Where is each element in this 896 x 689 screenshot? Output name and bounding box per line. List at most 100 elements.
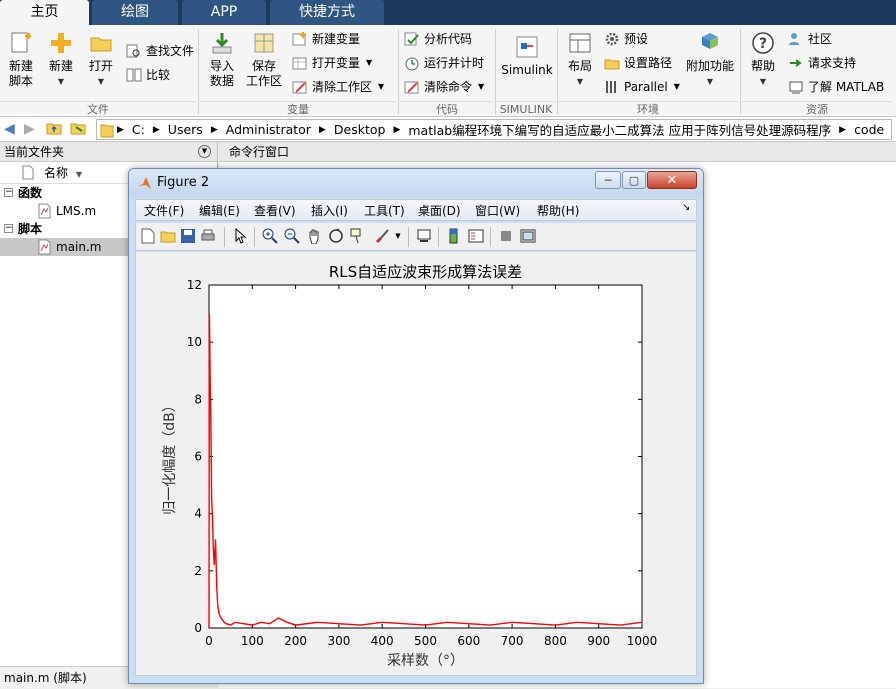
clear-commands-button[interactable]: 清除命令 ▼ <box>404 77 484 97</box>
link-plot-icon[interactable] <box>416 228 432 244</box>
dropdown-arrow-icon[interactable]: ▼ <box>478 77 484 97</box>
panel-actions-icon[interactable]: ▼ <box>198 145 211 158</box>
menu-desktop[interactable]: 桌面(D) <box>418 202 461 219</box>
run-and-time-button[interactable]: 运行并计时 <box>404 53 484 73</box>
section-label-file: 文件 <box>0 101 196 117</box>
new-variable-icon <box>292 31 308 47</box>
collapse-icon[interactable]: − <box>4 188 13 197</box>
tab-apps[interactable]: APP <box>182 0 266 25</box>
data-cursor-icon[interactable] <box>350 228 366 244</box>
x-tick-label: 500 <box>414 634 437 648</box>
menu-file[interactable]: 文件(F) <box>144 202 184 219</box>
menu-view[interactable]: 查看(V) <box>254 202 296 219</box>
new-figure-icon[interactable] <box>140 228 156 244</box>
import-icon <box>210 31 234 55</box>
path-segment[interactable]: matlab编程环境下编写的自适应最小二成算法 应用于阵列信号处理源码程序 <box>408 120 831 139</box>
path-segment[interactable]: Users <box>168 122 203 137</box>
brush-icon[interactable] <box>374 228 390 244</box>
path-segment[interactable]: Administrator <box>226 122 311 137</box>
current-folder-path[interactable]: ▶ C: ▶ Users ▶ Administrator ▶ Desktop ▶… <box>96 119 892 140</box>
dropdown-arrow-icon[interactable]: ▼ <box>378 77 384 97</box>
clear-workspace-button[interactable]: 清除工作区 ▼ <box>292 77 384 97</box>
x-tick-label: 800 <box>544 634 567 648</box>
path-segment[interactable]: Desktop <box>334 122 386 137</box>
legend-icon[interactable] <box>468 228 484 244</box>
learn-matlab-button[interactable]: 了解 MATLAB <box>788 77 884 97</box>
toolbar-separator <box>438 227 439 247</box>
toolbar-separator <box>408 227 409 247</box>
path-segment[interactable]: C: <box>132 122 145 137</box>
request-support-button[interactable]: 请求支持 <box>788 53 856 73</box>
y-tick-label: 6 <box>194 450 202 464</box>
zoom-out-icon[interactable] <box>284 228 300 244</box>
y-tick-label: 10 <box>187 335 202 349</box>
tab-home[interactable]: 主页 <box>0 0 89 25</box>
add-ons-button[interactable]: 附加功能 ▼ <box>686 29 734 89</box>
dropdown-arrow-icon[interactable]: ▼ <box>366 53 372 73</box>
y-axis-label: 归一化幅度（dB） <box>161 398 178 515</box>
x-tick-label: 1000 <box>627 634 658 648</box>
compare-button[interactable]: 比较 <box>126 65 170 85</box>
zoom-in-icon[interactable] <box>262 228 278 244</box>
path-separator-icon: ▶ <box>318 124 326 135</box>
rotate-3d-icon[interactable] <box>328 228 344 244</box>
tab-shortcuts[interactable]: 快捷方式 <box>270 0 384 25</box>
open-button[interactable]: 打开 ▼ <box>84 29 118 89</box>
back-arrow-icon[interactable]: ◀ <box>4 121 15 137</box>
dropdown-arrow-icon: ▼ <box>576 77 584 86</box>
close-button[interactable]: ✕ <box>647 171 697 189</box>
collapse-icon[interactable]: − <box>4 224 13 233</box>
menu-help[interactable]: 帮助(H) <box>537 202 579 219</box>
set-path-button[interactable]: 设置路径 <box>604 53 672 73</box>
tab-plots[interactable]: 绘图 <box>92 0 178 25</box>
current-folder-title: 当前文件夹 ▼ <box>0 142 217 162</box>
find-files-button[interactable]: 查找文件 <box>126 41 194 61</box>
folder-icon <box>89 31 113 55</box>
new-script-button[interactable]: 新建 脚本 <box>4 29 38 89</box>
menu-insert[interactable]: 插入(I) <box>311 202 348 219</box>
plot-area[interactable]: 0 100 200 300 400 500 600 700 800 900 1000 0 2 4 6 8 10 1… <box>136 252 696 674</box>
layout-button[interactable]: 布局 ▼ <box>562 29 598 89</box>
browse-folder-icon[interactable] <box>70 120 86 140</box>
x-tick-label: 300 <box>327 634 350 648</box>
dock-arrow-icon[interactable]: ↘ <box>682 202 690 213</box>
minimize-button[interactable]: ─ <box>595 171 621 189</box>
menu-edit[interactable]: 编辑(E) <box>199 202 240 219</box>
analyze-code-button[interactable]: 分析代码 <box>404 29 472 49</box>
menu-window[interactable]: 窗口(W) <box>475 202 520 219</box>
help-button[interactable]: ? 帮助 ▼ <box>746 29 780 89</box>
save-workspace-button[interactable]: 保存 工作区 <box>244 29 284 89</box>
maximize-button[interactable]: ▢ <box>622 171 646 189</box>
dropdown-arrow-icon[interactable]: ▼ <box>674 77 680 97</box>
hide-plot-tools-icon[interactable] <box>498 228 514 244</box>
x-tick-label: 700 <box>501 634 524 648</box>
new-button[interactable]: 新建 ▼ <box>44 29 78 89</box>
menu-tools[interactable]: 工具(T) <box>364 202 405 219</box>
new-script-icon <box>9 31 33 55</box>
ribbon-toolstrip: 新建 脚本 新建 ▼ 打开 ▼ 查找文件 比较 文件 导入 数据 保存 工作区 … <box>0 25 896 117</box>
path-segment[interactable]: code <box>854 122 884 137</box>
figure-title-bar[interactable]: Figure 2 ─ ▢ ✕ <box>129 169 703 197</box>
forward-arrow-icon[interactable]: ▶ <box>24 121 35 137</box>
open-variable-button[interactable]: 打开变量 ▼ <box>292 53 372 73</box>
path-separator-icon: ▶ <box>152 124 160 135</box>
brush-dropdown-icon[interactable]: ▼ <box>390 228 406 244</box>
import-data-button[interactable]: 导入 数据 <box>204 29 240 89</box>
open-file-icon[interactable] <box>160 228 176 244</box>
parallel-button[interactable]: Parallel ▼ <box>604 77 680 97</box>
community-button[interactable]: 社区 <box>788 29 832 49</box>
pointer-icon[interactable] <box>232 228 248 244</box>
new-variable-button[interactable]: 新建变量 <box>292 29 360 49</box>
up-folder-icon[interactable] <box>46 120 62 140</box>
show-plot-tools-icon[interactable] <box>520 228 536 244</box>
request-support-icon <box>788 55 804 71</box>
command-window-title: 命令行窗口 <box>219 142 896 162</box>
print-icon[interactable] <box>200 228 216 244</box>
pan-hand-icon[interactable] <box>306 228 322 244</box>
save-workspace-icon <box>252 31 276 55</box>
save-icon[interactable] <box>180 228 196 244</box>
colorbar-icon[interactable] <box>446 228 462 244</box>
simulink-button[interactable]: Simulink <box>500 29 554 78</box>
x-axis-label: 采样数（°） <box>387 653 464 669</box>
preferences-button[interactable]: 预设 <box>604 29 648 49</box>
